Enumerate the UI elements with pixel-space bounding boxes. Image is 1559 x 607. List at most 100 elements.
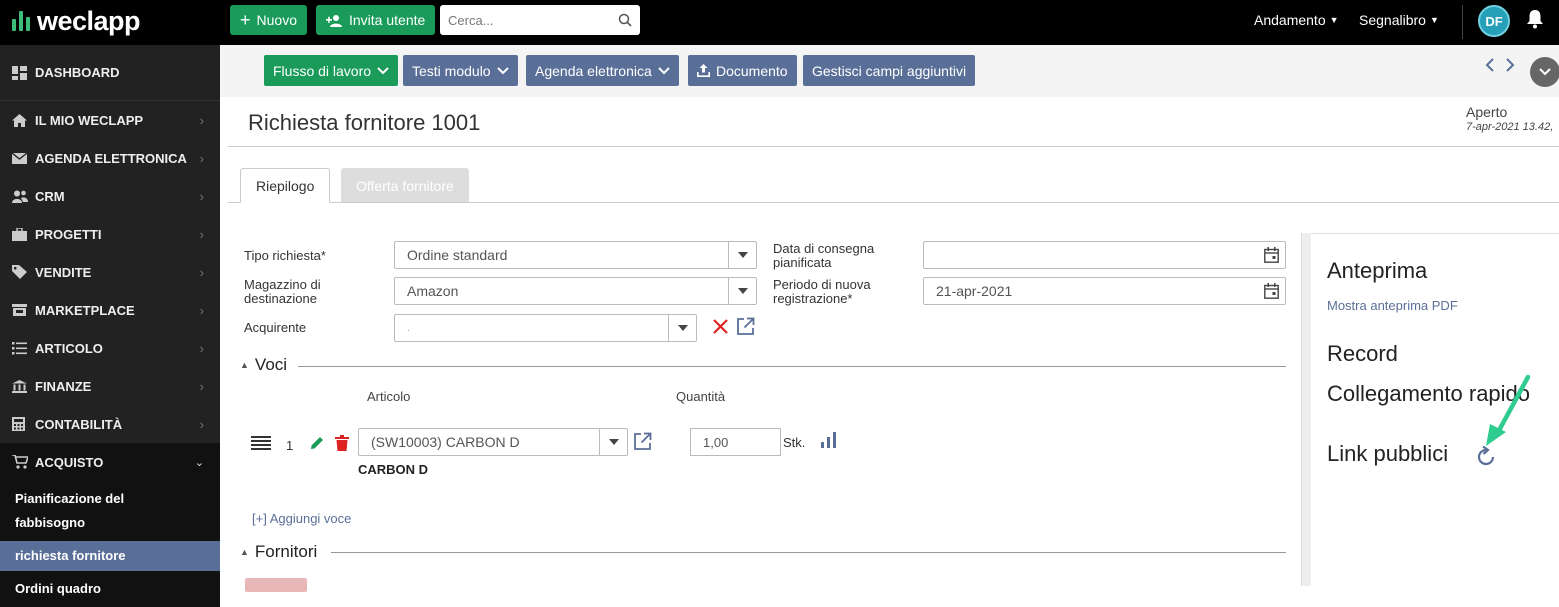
panel-divider bbox=[1301, 233, 1311, 586]
mail-icon bbox=[12, 152, 30, 164]
search-input[interactable]: Cerca... bbox=[440, 5, 640, 35]
sidebar-item-label: ACQUISTO bbox=[35, 454, 104, 470]
action-toolbar: Flusso di lavoro Testi modulo Agenda ele… bbox=[220, 45, 1559, 97]
acquirente-select[interactable]: . bbox=[394, 314, 697, 342]
home-icon bbox=[12, 113, 30, 127]
briefcase-icon bbox=[12, 227, 30, 241]
sidebar-item-dashboard[interactable]: DASHBOARD bbox=[0, 45, 220, 101]
supplier-chip[interactable] bbox=[245, 578, 307, 592]
sidebar-item-label: CRM bbox=[35, 188, 65, 204]
collapse-triangle-icon: ▲ bbox=[240, 360, 249, 370]
workflow-label: Flusso di lavoro bbox=[273, 62, 372, 79]
voci-section-header[interactable]: ▲ Voci bbox=[240, 355, 287, 375]
invite-user-label: Invita utente bbox=[349, 12, 426, 28]
periodo-label: Periodo di nuova registrazione* bbox=[773, 277, 871, 306]
templates-button[interactable]: Testi modulo bbox=[403, 55, 518, 86]
chevron-right-icon: › bbox=[199, 378, 204, 394]
andamento-menu[interactable]: Andamento ▼ bbox=[1254, 12, 1339, 28]
periodo-input[interactable]: 21-apr-2021 bbox=[923, 277, 1286, 305]
caret-down-icon: ▼ bbox=[1429, 15, 1439, 25]
avatar[interactable]: DF bbox=[1478, 5, 1510, 37]
cart-icon bbox=[12, 455, 30, 469]
fornitori-section-header[interactable]: ▲ Fornitori bbox=[240, 542, 317, 562]
article-name: CARBON D bbox=[358, 462, 429, 477]
sidebar-section-acquisto: ACQUISTO ⌄ Pianificazione del fabbisogno… bbox=[0, 443, 220, 607]
quantity-input[interactable]: 1,00 bbox=[690, 428, 781, 456]
search-placeholder: Cerca... bbox=[448, 12, 494, 28]
sidebar-item-label: MARKETPLACE bbox=[35, 302, 135, 318]
col-articolo: Articolo bbox=[367, 389, 411, 404]
article-select[interactable]: (SW10003) CARBON D bbox=[358, 428, 628, 456]
pdf-preview-link[interactable]: Mostra anteprima PDF bbox=[1327, 298, 1458, 313]
external-link-icon[interactable] bbox=[633, 432, 652, 456]
sidebar-item-acquisto[interactable]: ACQUISTO ⌄ bbox=[0, 443, 220, 481]
segnalibro-label: Segnalibro bbox=[1359, 12, 1426, 28]
chevron-right-icon[interactable] bbox=[1505, 58, 1515, 72]
document-button[interactable]: Documento bbox=[688, 55, 797, 86]
sidebar-subitem-pianificazione[interactable]: Pianificazione del fabbisogno bbox=[0, 481, 140, 541]
pencil-icon[interactable] bbox=[309, 435, 325, 456]
preview-title: Anteprima bbox=[1327, 258, 1428, 283]
tab-offerta-fornitore[interactable]: Offerta fornitore bbox=[341, 168, 469, 203]
record-title: Record bbox=[1327, 341, 1398, 366]
agenda-button[interactable]: Agenda elettronica bbox=[526, 55, 679, 86]
chevron-left-icon[interactable] bbox=[1485, 58, 1495, 72]
page-title: Richiesta fornitore 1001 bbox=[248, 110, 481, 135]
calendar-icon[interactable] bbox=[1264, 247, 1279, 266]
new-button[interactable]: + Nuovo bbox=[230, 5, 307, 35]
add-item-link[interactable]: [+] Aggiungi voce bbox=[252, 511, 351, 526]
divider bbox=[298, 366, 1286, 367]
trash-icon[interactable] bbox=[335, 435, 349, 456]
invite-user-button[interactable]: Invita utente bbox=[316, 5, 436, 35]
templates-label: Testi modulo bbox=[412, 62, 491, 79]
calendar-icon[interactable] bbox=[1264, 283, 1279, 302]
fornitori-title: Fornitori bbox=[254, 542, 318, 561]
sidebar-item-marketplace[interactable]: MARKETPLACE › bbox=[0, 291, 220, 329]
plus-icon: + bbox=[240, 10, 251, 30]
search-icon bbox=[618, 13, 632, 27]
custom-fields-button[interactable]: Gestisci campi aggiuntivi bbox=[803, 55, 976, 86]
divider bbox=[1462, 5, 1463, 39]
sidebar-item-vendite[interactable]: VENDITE › bbox=[0, 253, 220, 291]
magazzino-value: Amazon bbox=[407, 283, 459, 299]
chevron-right-icon: › bbox=[199, 302, 204, 318]
tipo-richiesta-value: Ordine standard bbox=[407, 247, 508, 263]
upload-icon bbox=[697, 64, 710, 77]
sidebar-item-contabilita[interactable]: CONTABILITÀ › bbox=[0, 405, 220, 443]
sidebar-item-articolo[interactable]: ARTICOLO › bbox=[0, 329, 220, 367]
external-link-icon[interactable] bbox=[736, 317, 755, 341]
bar-chart-icon[interactable] bbox=[821, 432, 837, 453]
data-consegna-input[interactable] bbox=[923, 241, 1286, 269]
segnalibro-menu[interactable]: Segnalibro ▼ bbox=[1359, 12, 1439, 28]
caret-down-icon: ▼ bbox=[1329, 15, 1339, 25]
chevron-down-icon bbox=[658, 66, 670, 74]
chevron-right-icon: › bbox=[199, 264, 204, 280]
sidebar: DASHBOARD IL MIO WECLAPP › AGENDA ELETTR… bbox=[0, 45, 220, 607]
drag-handle-icon[interactable] bbox=[251, 436, 271, 455]
sidebar-item-finanze[interactable]: FINANZE › bbox=[0, 367, 220, 405]
sidebar-subitem-ordini-quadro[interactable]: Ordini quadro bbox=[0, 571, 220, 607]
status-badge: Aperto bbox=[1466, 104, 1508, 120]
tipo-richiesta-select[interactable]: Ordine standard bbox=[394, 241, 757, 269]
chevron-right-icon: › bbox=[199, 112, 204, 128]
store-icon bbox=[12, 304, 30, 316]
sidebar-item-crm[interactable]: CRM › bbox=[0, 177, 220, 215]
bell-icon[interactable] bbox=[1525, 8, 1545, 35]
sidebar-item-progetti[interactable]: PROGETTI › bbox=[0, 215, 220, 253]
row-number: 1 bbox=[286, 438, 294, 453]
sidebar-subitem-richiesta-fornitore[interactable]: richiesta fornitore bbox=[0, 541, 220, 571]
add-user-icon bbox=[326, 14, 342, 27]
chevron-down-icon: ⌄ bbox=[194, 456, 204, 469]
data-consegna-label: Data di consegna pianificata bbox=[773, 241, 875, 270]
workflow-button[interactable]: Flusso di lavoro bbox=[264, 55, 399, 86]
caret-down-icon bbox=[728, 278, 756, 304]
close-icon[interactable] bbox=[712, 318, 729, 340]
magazzino-select[interactable]: Amazon bbox=[394, 277, 757, 305]
sidebar-item-agenda[interactable]: AGENDA ELETTRONICA › bbox=[0, 139, 220, 177]
logo[interactable]: weclapp bbox=[12, 6, 141, 36]
collapse-button[interactable] bbox=[1530, 57, 1559, 87]
sidebar-item-label: CONTABILITÀ bbox=[35, 416, 123, 432]
chevron-right-icon: › bbox=[199, 416, 204, 432]
tab-riepilogo[interactable]: Riepilogo bbox=[240, 168, 331, 203]
sidebar-item-il-mio-weclapp[interactable]: IL MIO WECLAPP › bbox=[0, 101, 220, 139]
